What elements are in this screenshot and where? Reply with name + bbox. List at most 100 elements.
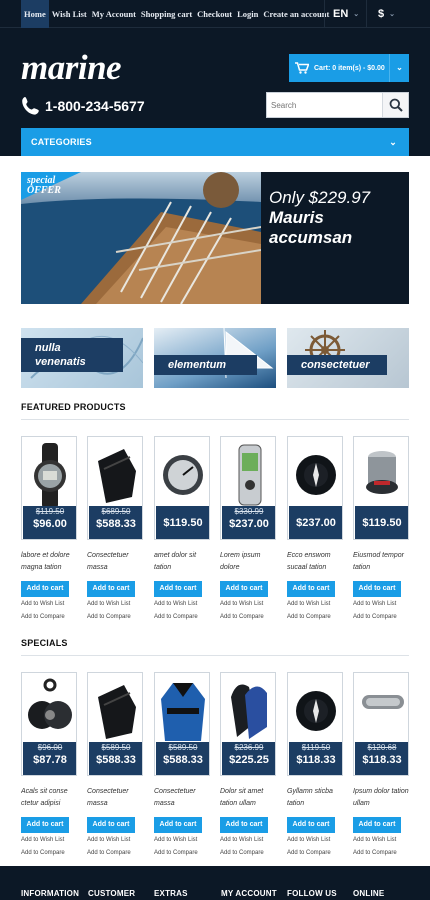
promo-tile[interactable]: consectetuer [287,328,409,388]
neoprene-glove-icon [98,685,136,739]
add-to-compare-link[interactable]: Add to Compare [21,614,65,620]
add-to-compare-link[interactable]: Add to Compare [154,850,198,856]
language-select[interactable]: EN ⌄ [333,0,359,28]
add-to-compare-link[interactable]: Add to Compare [154,614,198,620]
current-price: $118.33 [296,754,336,766]
old-price: $589.50 [168,743,198,752]
product-image[interactable]: $237.00 [287,436,343,540]
product-image[interactable]: $589.50 $588.33 [87,672,143,776]
add-to-compare-link[interactable]: Add to Compare [287,614,331,620]
add-to-compare-link[interactable]: Add to Compare [87,850,131,856]
add-to-cart-button[interactable]: Add to cart [220,817,268,833]
product-name[interactable]: Consectetuer massa [154,786,212,810]
search-input[interactable] [267,93,382,117]
jacket-icon [161,683,205,741]
footer: INFORMATION CUSTOMER EXTRAS MY ACCOUNT F… [0,866,430,900]
add-to-cart-button[interactable]: Add to cart [220,581,268,597]
pulley-block-icon [28,678,72,729]
product-image[interactable]: $589.50 $588.33 [154,672,210,776]
add-to-cart-button[interactable]: Add to cart [353,817,401,833]
promo-tile[interactable]: nulla venenatis [21,328,143,388]
hero-banner[interactable]: special OFFER Only $229.97 Mauris accums… [21,172,409,304]
product-image[interactable]: $119.50 [353,436,409,540]
promo-tile[interactable]: elementum [154,328,276,388]
add-to-cart-button[interactable]: Add to cart [154,817,202,833]
product-name[interactable]: Lorem ipsum dolore [220,550,278,574]
product-name[interactable]: Consectetuer massa [87,550,145,574]
add-to-compare-link[interactable]: Add to Compare [353,614,397,620]
add-to-cart-button[interactable]: Add to cart [21,581,69,597]
add-to-cart-button[interactable]: Add to cart [287,581,335,597]
product-name[interactable]: Consectetuer massa [87,786,145,810]
add-to-compare-link[interactable]: Add to Compare [21,850,65,856]
nav-shopping-cart[interactable]: Shopping cart [139,0,194,28]
nav-login[interactable]: Login [235,0,260,28]
promo-label: nulla venenatis [21,338,123,372]
cart-button[interactable]: Cart: 0 item(s) - $0.00 ⌄ [289,54,409,82]
product-image[interactable]: $119.50 $118.33 [287,672,343,776]
add-to-compare-link[interactable]: Add to Compare [220,850,264,856]
add-to-wish-list-link[interactable]: Add to Wish List [154,601,197,607]
product-image[interactable]: $119.50 [154,436,210,540]
add-to-wish-list-link[interactable]: Add to Wish List [87,837,130,843]
nav-create-account[interactable]: Create an account [261,0,331,28]
add-to-cart-button[interactable]: Add to cart [87,581,135,597]
product-name[interactable]: Ipsum dolor tation ullam [353,786,411,810]
add-to-compare-link[interactable]: Add to Compare [353,850,397,856]
nav-my-account[interactable]: My Account [90,0,138,28]
product-name[interactable]: Eiusmod tempor tation [353,550,411,574]
product-name[interactable]: amet dolor sit tation [154,550,212,574]
current-price: $96.00 [33,518,67,530]
product-image[interactable]: $96.00 $87.78 [21,672,77,776]
add-to-wish-list-link[interactable]: Add to Wish List [287,601,330,607]
add-to-wish-list-link[interactable]: Add to Wish List [154,837,197,843]
product-image[interactable]: $236.99 $225.25 [220,672,276,776]
nav-checkout[interactable]: Checkout [195,0,234,28]
add-to-wish-list-link[interactable]: Add to Wish List [21,601,64,607]
add-to-compare-link[interactable]: Add to Compare [87,614,131,620]
add-to-cart-button[interactable]: Add to cart [353,581,401,597]
section-divider [21,419,409,420]
categories-dropdown[interactable]: CATEGORIES ⌄ [21,128,409,156]
nav-wish-list[interactable]: Wish List [50,0,89,28]
nav-home[interactable]: Home [21,0,49,28]
banner-title: Mauris accumsan [269,208,352,248]
old-price: $119.50 [301,743,331,752]
current-price: $588.33 [96,754,136,766]
product-image[interactable]: $330.99 $237.00 [220,436,276,540]
chevron-down-icon: ⌄ [389,11,395,18]
promo-label-line-2: venenatis [35,356,86,368]
add-to-wish-list-link[interactable]: Add to Wish List [220,601,263,607]
add-to-cart-button[interactable]: Add to cart [287,817,335,833]
product-image[interactable]: $689.50 $588.33 [87,436,143,540]
add-to-wish-list-link[interactable]: Add to Wish List [353,601,396,607]
section-divider [21,655,409,656]
add-to-compare-link[interactable]: Add to Compare [220,614,264,620]
add-to-cart-button[interactable]: Add to cart [87,817,135,833]
currency-select[interactable]: $ ⌄ [378,0,395,28]
add-to-cart-button[interactable]: Add to cart [154,581,202,597]
watch-icon [34,443,66,509]
add-to-cart-button[interactable]: Add to cart [21,817,69,833]
add-to-wish-list-link[interactable]: Add to Wish List [220,837,263,843]
add-to-wish-list-link[interactable]: Add to Wish List [353,837,396,843]
product-image[interactable]: $120.68 $118.33 [353,672,409,776]
rail-icon [362,695,404,709]
add-to-wish-list-link[interactable]: Add to Wish List [21,837,64,843]
add-to-wish-list-link[interactable]: Add to Wish List [87,601,130,607]
product-name[interactable]: Gyllamn sticba tation [287,786,345,810]
add-to-wish-list-link[interactable]: Add to Wish List [287,837,330,843]
add-to-compare-link[interactable]: Add to Compare [287,850,331,856]
footer-heading-follow-us: FOLLOW US [287,889,337,898]
search-button[interactable] [382,93,408,117]
logo[interactable]: marine [21,48,122,88]
language-label: EN [333,8,349,20]
promo-label: elementum [154,355,257,375]
product-name[interactable]: labore et dolore magna tation ullamcorpe… [21,550,79,574]
product-name[interactable]: Acals sit conse ctetur adipisi [21,786,79,810]
product-image[interactable]: $119.50 $96.00 [21,436,77,540]
price-box: $96.00 $87.78 [23,742,76,775]
product-name[interactable]: Dolor sit amet tation ullam [220,786,278,810]
price-box: $237.00 [289,506,342,539]
product-name[interactable]: Ecco enswom sucaal tation [287,550,345,574]
